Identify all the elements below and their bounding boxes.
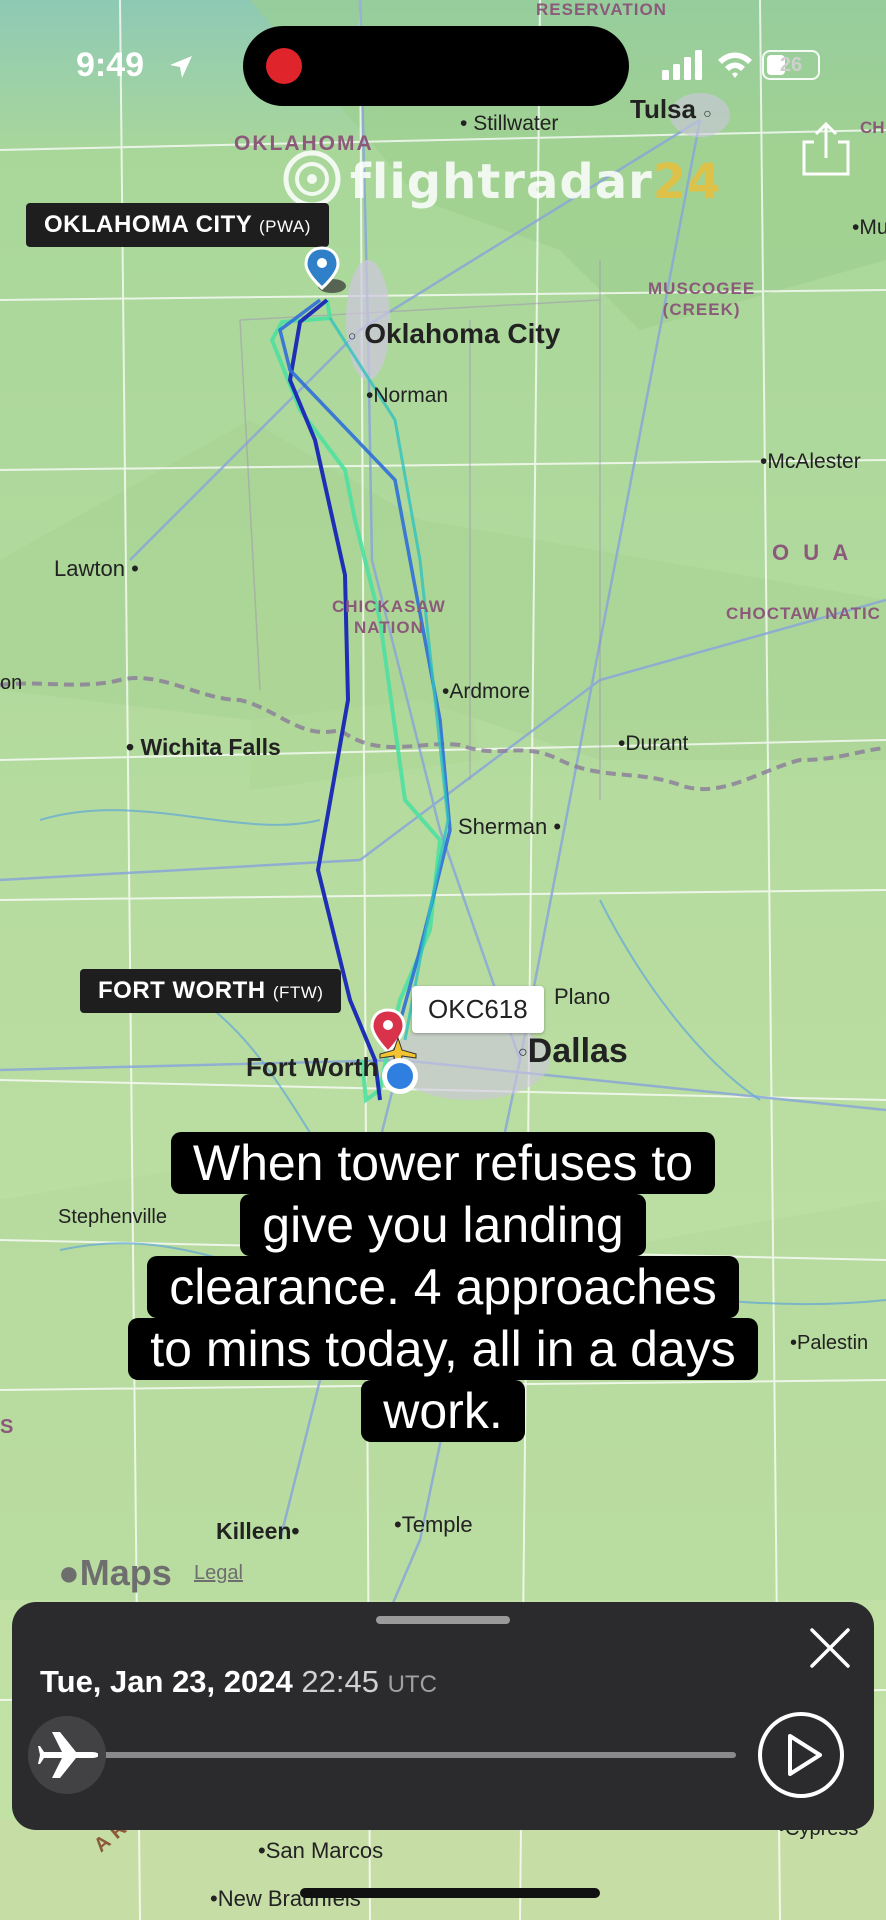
playback-timezone: UTC bbox=[387, 1671, 437, 1698]
map-label-muscogee: MUSCOGEE (CREEK) bbox=[648, 279, 756, 319]
map-label-oklahoma-city: ○ Oklahoma City bbox=[348, 318, 561, 349]
wifi-icon bbox=[718, 52, 752, 78]
status-time: 9:49 bbox=[76, 46, 145, 84]
map-label-durant: •Durant bbox=[618, 732, 689, 755]
playback-time: 22:45 bbox=[301, 1664, 379, 1699]
home-indicator bbox=[300, 1888, 600, 1898]
map-label-ardmore: •Ardmore bbox=[442, 680, 530, 703]
caption-line-2: give you landing bbox=[240, 1194, 646, 1256]
user-location-icon bbox=[382, 1058, 418, 1094]
caption-line-3: clearance. 4 approaches bbox=[147, 1256, 739, 1318]
map-label-norman: •Norman bbox=[366, 384, 449, 407]
map-label-plano: Plano bbox=[554, 984, 611, 1009]
playback-slider-thumb[interactable] bbox=[28, 1716, 106, 1794]
destination-airport-name: FORT WORTH bbox=[98, 977, 266, 1004]
playback-sheet bbox=[12, 1602, 874, 1830]
map-label-san-marcos: •San Marcos bbox=[258, 1838, 384, 1863]
apple-maps-logo: ●Maps bbox=[58, 1552, 172, 1593]
map-label-dallas: ○Dallas bbox=[518, 1032, 628, 1070]
battery-icon: 26 bbox=[762, 50, 820, 80]
airplane-icon bbox=[38, 1732, 98, 1778]
flightradar-logo-icon bbox=[283, 150, 341, 208]
video-caption: When tower refuses to give you landing c… bbox=[0, 1132, 886, 1442]
origin-pin-icon[interactable] bbox=[302, 246, 348, 296]
map-label-on: on bbox=[0, 672, 23, 694]
close-icon[interactable] bbox=[806, 1624, 854, 1672]
map-label-stillwater: • Stillwater bbox=[460, 112, 559, 135]
map-label-reservation: RESERVATION bbox=[536, 0, 667, 19]
share-icon[interactable] bbox=[800, 120, 852, 178]
playback-datetime: Tue, Jan 23, 2024 22:45 UTC bbox=[40, 1664, 437, 1700]
caption-line-5: work. bbox=[361, 1380, 525, 1442]
caption-line-1: When tower refuses to bbox=[170, 1132, 716, 1194]
signal-icon bbox=[662, 50, 702, 80]
location-arrow-icon bbox=[170, 56, 192, 78]
origin-airport-code: (PWA) bbox=[259, 217, 311, 236]
caption-line-4: to mins today, all in a days bbox=[128, 1318, 758, 1380]
sheet-grabber[interactable] bbox=[376, 1616, 510, 1624]
battery-level: 26 bbox=[779, 54, 803, 76]
map-label-lawton: Lawton • bbox=[54, 556, 139, 581]
map-label-tulsa: Tulsa ○ bbox=[630, 94, 712, 124]
play-button[interactable] bbox=[756, 1710, 846, 1800]
map-label-sherman: Sherman • bbox=[458, 814, 562, 839]
play-icon bbox=[788, 1734, 822, 1776]
legal-link[interactable]: Legal bbox=[194, 1562, 243, 1585]
origin-airport-tag[interactable]: OKLAHOMA CITY (PWA) bbox=[26, 203, 329, 247]
flight-callsign-tag[interactable]: OKC618 bbox=[412, 986, 544, 1033]
map-label-mu: •Mu bbox=[852, 216, 886, 239]
destination-airport-code: (FTW) bbox=[272, 983, 324, 1002]
map-label-mcalester: •McAlester bbox=[760, 450, 861, 473]
origin-airport-name: OKLAHOMA CITY bbox=[44, 211, 252, 238]
map-label-choctaw: CHOCTAW NATIC bbox=[726, 604, 881, 623]
playback-date: Tue, Jan 23, 2024 bbox=[40, 1664, 293, 1699]
map-label-killeen: Killeen• bbox=[216, 1518, 300, 1544]
map-label-fort-worth: Fort Worth bbox=[246, 1052, 379, 1082]
map-label-chickasaw: CHICKASAW NATION bbox=[332, 597, 446, 637]
map-label-temple: •Temple bbox=[394, 1512, 473, 1537]
playback-slider[interactable] bbox=[86, 1752, 736, 1758]
recording-indicator-icon bbox=[266, 48, 302, 84]
map-label-oua: O U A bbox=[772, 540, 853, 565]
map-label-wichita-falls: • Wichita Falls bbox=[126, 734, 281, 760]
destination-airport-tag[interactable]: FORT WORTH (FTW) bbox=[80, 969, 342, 1013]
flightradar-watermark: flightradar24 bbox=[350, 154, 722, 210]
map-label-ch: CH bbox=[860, 118, 885, 137]
